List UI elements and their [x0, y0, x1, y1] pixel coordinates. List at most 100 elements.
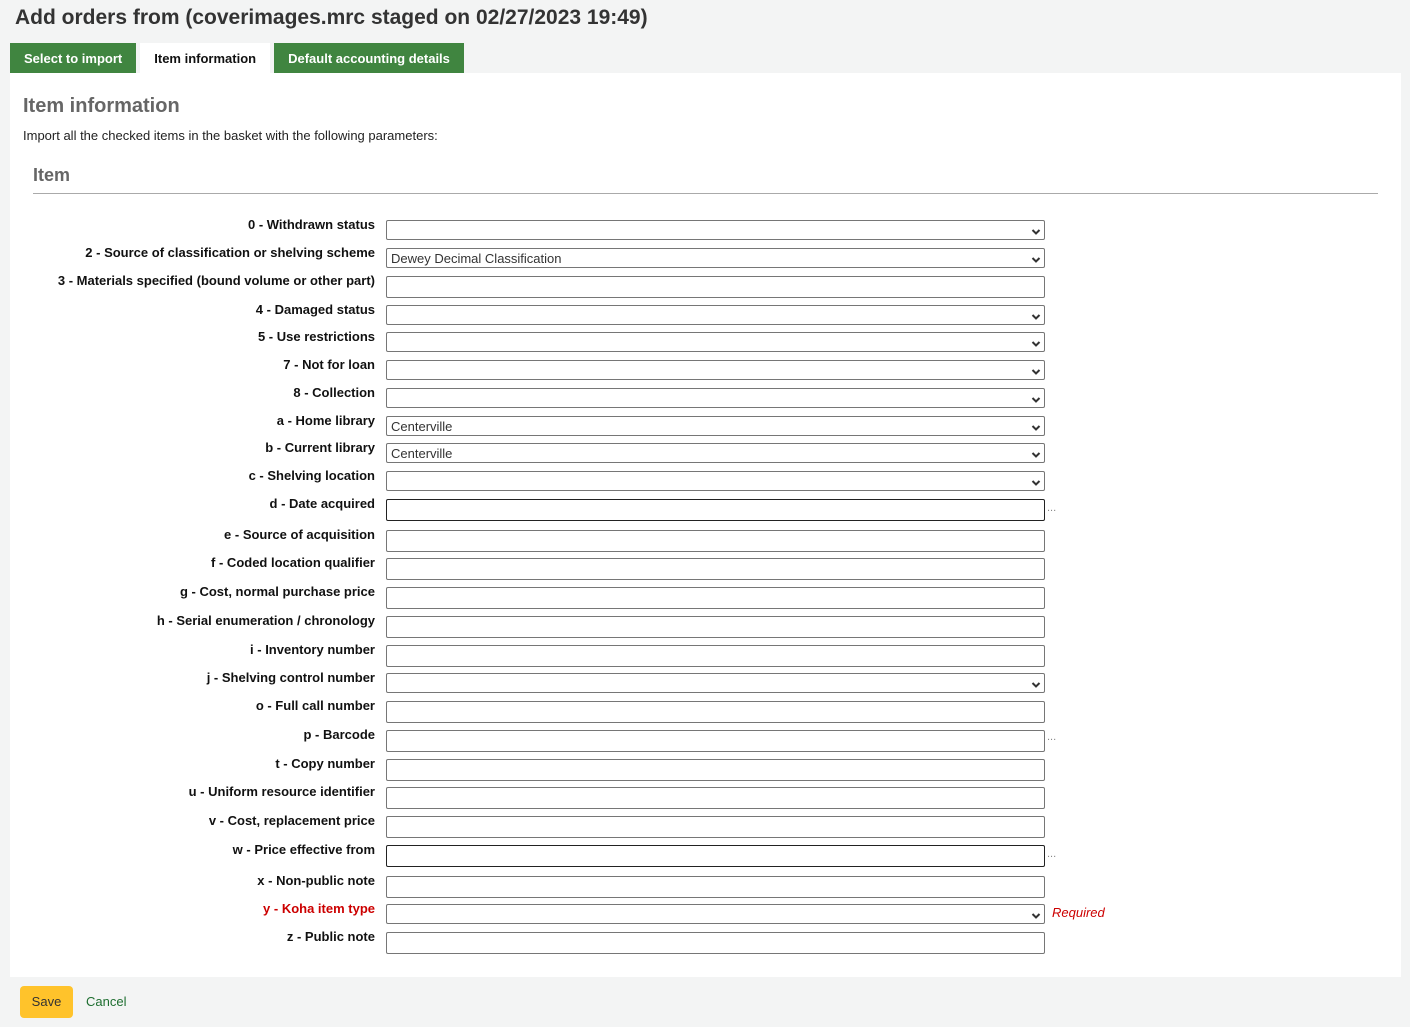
- form-row: o - Full call number: [10, 698, 1401, 723]
- chevron-down-icon: [1031, 252, 1041, 263]
- item-legend: Item: [33, 165, 1378, 194]
- text-input[interactable]: [386, 645, 1045, 667]
- form-row: f - Coded location qualifier: [10, 555, 1401, 580]
- select-field[interactable]: [386, 332, 1045, 352]
- field-value: Centerville: [391, 446, 453, 461]
- chevron-down-icon: [1031, 677, 1041, 688]
- form-row: 0 - Withdrawn status: [10, 217, 1401, 240]
- field-label: d - Date acquired: [269, 496, 375, 511]
- field-label: z - Public note: [286, 929, 375, 944]
- form-row: 3 - Materials specified (bound volume or…: [10, 273, 1401, 298]
- item-information-panel: Item information Import all the checked …: [10, 73, 1401, 977]
- form-row: z - Public note: [10, 929, 1401, 954]
- text-input[interactable]: [386, 616, 1045, 638]
- chevron-down-icon: [1031, 908, 1041, 919]
- tab-select-to-import[interactable]: Select to import: [10, 43, 137, 73]
- field-label: 0 - Withdrawn status: [247, 217, 375, 232]
- tab-bar: Select to import Item information Defaul…: [10, 43, 468, 73]
- text-input[interactable]: [386, 759, 1045, 781]
- text-input[interactable]: [386, 932, 1045, 954]
- field-label: b - Current library: [265, 440, 375, 455]
- select-field[interactable]: [386, 673, 1045, 693]
- plugin-trigger-icon[interactable]: ...: [1047, 848, 1056, 860]
- field-label: 7 - Not for loan: [283, 357, 375, 372]
- select-field[interactable]: [386, 388, 1045, 408]
- field-label: i - Inventory number: [250, 642, 375, 657]
- form-row: a - Home library Centerville: [10, 413, 1401, 436]
- form-row: d - Date acquired...: [10, 496, 1401, 521]
- form-row: h - Serial enumeration / chronology: [10, 613, 1401, 638]
- field-value: Dewey Decimal Classification: [391, 251, 562, 266]
- text-input[interactable]: [386, 558, 1045, 580]
- form-row: 8 - Collection: [10, 385, 1401, 408]
- text-input[interactable]: [386, 587, 1045, 609]
- form-row: i - Inventory number: [10, 642, 1401, 667]
- form-row: y - Koha item type Required: [10, 901, 1401, 924]
- panel-heading: Item information: [23, 95, 180, 117]
- field-label: 5 - Use restrictions: [257, 329, 375, 344]
- field-value: Centerville: [391, 419, 453, 434]
- form-row: t - Copy number: [10, 756, 1401, 781]
- field-label: w - Price effective from: [232, 842, 375, 857]
- text-input[interactable]: [386, 276, 1045, 298]
- select-field[interactable]: [386, 360, 1045, 380]
- text-input[interactable]: [386, 701, 1045, 723]
- field-label: a - Home library: [276, 413, 375, 428]
- text-input[interactable]: [386, 787, 1045, 809]
- chevron-down-icon: [1031, 447, 1041, 458]
- chevron-down-icon: [1031, 336, 1041, 347]
- form-row: 4 - Damaged status: [10, 302, 1401, 325]
- field-label: t - Copy number: [275, 756, 375, 771]
- form-row: u - Uniform resource identifier: [10, 784, 1401, 809]
- field-label: v - Cost, replacement price: [208, 813, 375, 828]
- select-field[interactable]: [386, 471, 1045, 491]
- chevron-down-icon: [1031, 364, 1041, 375]
- select-field[interactable]: Centerville: [386, 443, 1045, 463]
- text-input[interactable]: [386, 876, 1045, 898]
- cancel-link[interactable]: Cancel: [86, 994, 126, 1009]
- field-label: f - Coded location qualifier: [211, 555, 375, 570]
- form-row: b - Current library Centerville: [10, 440, 1401, 463]
- date-input[interactable]: [386, 499, 1045, 521]
- chevron-down-icon: [1031, 475, 1041, 486]
- date-input[interactable]: [386, 845, 1045, 867]
- plugin-trigger-icon[interactable]: ...: [1047, 731, 1056, 743]
- form-row: c - Shelving location: [10, 468, 1401, 491]
- select-field[interactable]: Centerville: [386, 416, 1045, 436]
- form-row: v - Cost, replacement price: [10, 813, 1401, 838]
- form-row: 2 - Source of classification or shelving…: [10, 245, 1401, 268]
- text-input[interactable]: [386, 530, 1045, 552]
- required-note: Required: [1052, 905, 1105, 920]
- form-row: g - Cost, normal purchase price: [10, 584, 1401, 609]
- field-label: j - Shelving control number: [206, 670, 375, 685]
- select-field[interactable]: [386, 904, 1045, 924]
- select-field[interactable]: [386, 305, 1045, 325]
- form-row: w - Price effective from...: [10, 842, 1401, 867]
- page-title: Add orders from (coverimages.mrc staged …: [15, 6, 648, 29]
- field-label: x - Non-public note: [257, 873, 375, 888]
- panel-intro: Import all the checked items in the bask…: [23, 128, 438, 143]
- field-label: h - Serial enumeration / chronology: [156, 613, 375, 628]
- tab-default-accounting-details[interactable]: Default accounting details: [274, 43, 464, 73]
- field-label: 3 - Materials specified (bound volume or…: [57, 273, 375, 288]
- save-button[interactable]: Save: [20, 986, 73, 1018]
- field-label: g - Cost, normal purchase price: [179, 584, 375, 599]
- text-input[interactable]: [386, 730, 1045, 752]
- chevron-down-icon: [1031, 224, 1041, 235]
- form-row: e - Source of acquisition: [10, 527, 1401, 552]
- field-label: 2 - Source of classification or shelving…: [85, 245, 375, 260]
- tab-item-information[interactable]: Item information: [140, 43, 271, 73]
- plugin-trigger-icon[interactable]: ...: [1047, 502, 1056, 514]
- field-label: e - Source of acquisition: [224, 527, 375, 542]
- select-field[interactable]: Dewey Decimal Classification: [386, 248, 1045, 268]
- form-row: x - Non-public note: [10, 873, 1401, 898]
- field-label: o - Full call number: [255, 698, 375, 713]
- text-input[interactable]: [386, 816, 1045, 838]
- chevron-down-icon: [1031, 392, 1041, 403]
- form-row: j - Shelving control number: [10, 670, 1401, 693]
- select-field[interactable]: [386, 220, 1045, 240]
- field-label: 8 - Collection: [293, 385, 375, 400]
- field-label: c - Shelving location: [248, 468, 375, 483]
- field-label: u - Uniform resource identifier: [188, 784, 375, 799]
- form-row: p - Barcode...: [10, 727, 1401, 752]
